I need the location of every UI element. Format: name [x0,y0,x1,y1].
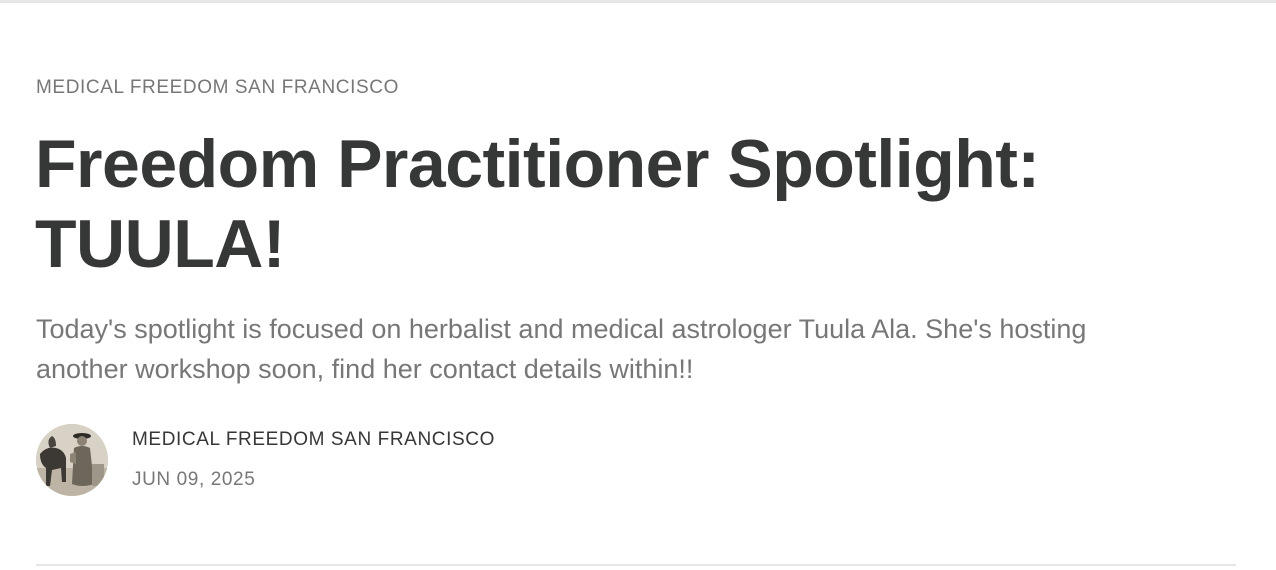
publication-name[interactable]: MEDICAL FREEDOM SAN FRANCISCO [36,76,399,100]
author-name[interactable]: MEDICAL FREEDOM SAN FRANCISCO [132,428,495,452]
vintage-photo-icon [36,424,108,496]
post-title: Freedom Practitioner Spotlight: TUULA! [35,126,1040,282]
author-avatar[interactable] [36,424,108,496]
bottom-divider [36,564,1236,566]
post-date: JUN 09, 2025 [132,469,256,490]
top-divider [0,0,1276,3]
post-subtitle: Today's spotlight is focused on herbalis… [36,314,1087,384]
